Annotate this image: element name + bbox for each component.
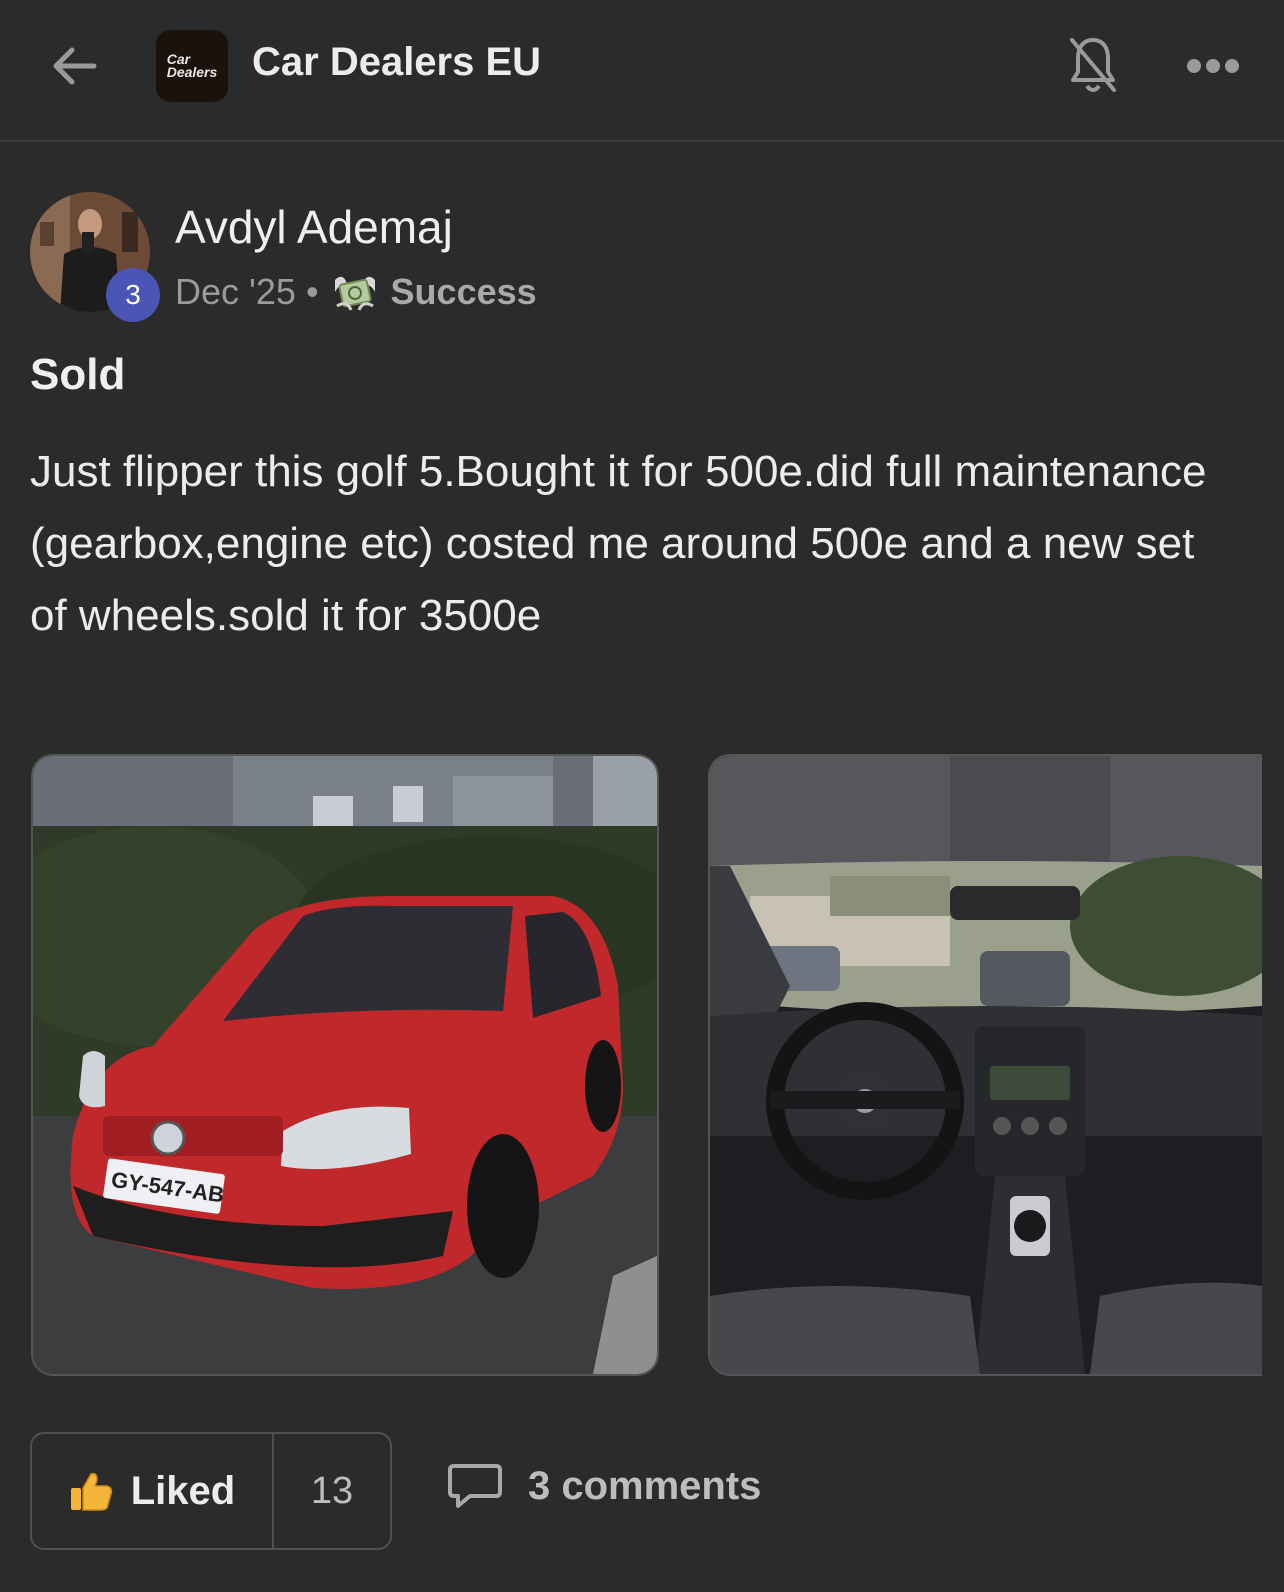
post-body: Just flipper this golf 5.Bought it for 5… xyxy=(30,447,1207,640)
level-badge: 3 xyxy=(106,268,160,322)
app-header: Car Dealers Car Dealers EU xyxy=(0,0,1284,142)
like-control: Liked 13 xyxy=(30,1432,392,1550)
bell-off-icon[interactable] xyxy=(1068,34,1118,96)
interior-photo-graphic xyxy=(710,756,1262,1374)
comments-link[interactable]: 3 comments xyxy=(448,1462,761,1510)
more-horizontal-icon[interactable] xyxy=(1186,56,1240,76)
exterior-photo-graphic: GY-547-AB xyxy=(33,756,657,1374)
post-category[interactable]: Success xyxy=(391,271,537,313)
author-name[interactable]: Avdyl Ademaj xyxy=(175,200,453,254)
group-name[interactable]: Car Dealers EU xyxy=(252,40,541,85)
author-avatar-wrap[interactable]: 3 xyxy=(30,192,160,322)
post-date: Dec '25 xyxy=(175,271,296,312)
post-meta: Dec '25 • Success xyxy=(175,270,537,314)
comments-label: 3 comments xyxy=(528,1463,762,1508)
group-logo[interactable]: Car Dealers xyxy=(156,30,228,102)
meta-separator: • xyxy=(305,271,319,312)
thumbs-up-icon xyxy=(70,1472,112,1511)
like-count[interactable]: 13 xyxy=(274,1434,390,1548)
arrow-left-icon[interactable] xyxy=(48,40,100,92)
like-label: Liked xyxy=(130,1468,236,1513)
money-with-wings-icon xyxy=(334,276,375,311)
golf-interior-photo[interactable] xyxy=(708,754,1262,1376)
comment-icon xyxy=(448,1464,502,1508)
red-golf-exterior-photo[interactable]: GY-547-AB xyxy=(31,754,659,1376)
post-title: Sold xyxy=(30,350,126,399)
like-button[interactable]: Liked xyxy=(32,1434,274,1548)
group-logo-text: Car Dealers xyxy=(166,51,218,80)
